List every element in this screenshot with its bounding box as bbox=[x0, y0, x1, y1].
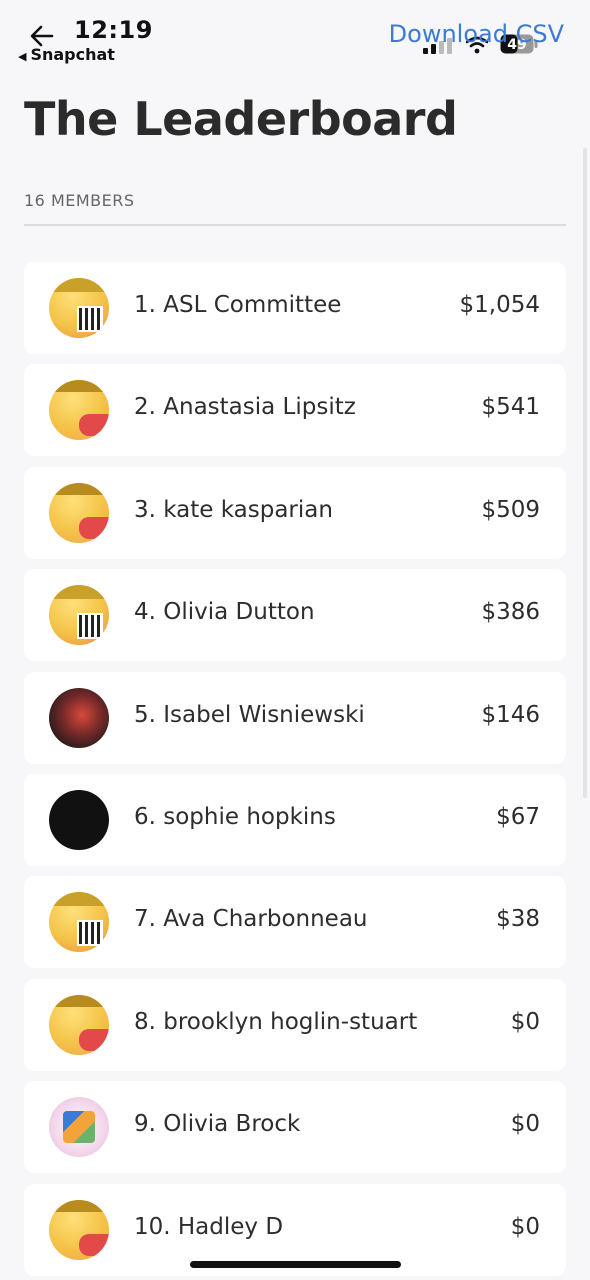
avatar bbox=[49, 1199, 109, 1260]
leaderboard-row[interactable]: 6. sophie hopkins $67 bbox=[24, 773, 566, 866]
leaderboard-row[interactable]: 9. Olivia Brock $0 bbox=[24, 1081, 566, 1174]
member-amount: $146 bbox=[481, 701, 540, 728]
member-amount: $0 bbox=[510, 1111, 540, 1138]
header-divider bbox=[24, 224, 566, 226]
member-name: 3. kate kasparian bbox=[134, 496, 333, 523]
avatar bbox=[49, 585, 109, 646]
leaderboard-row[interactable]: 7. Ava Charbonneau $38 bbox=[24, 876, 566, 969]
avatar bbox=[49, 482, 109, 543]
back-to-app-link[interactable]: ◀ Snapchat bbox=[18, 45, 115, 64]
avatar bbox=[49, 687, 109, 748]
leaderboard-screen: 12:19 ◀ Snapchat 49 Download CSV The Lead… bbox=[0, 0, 590, 1280]
back-app-label: Snapchat bbox=[30, 45, 115, 64]
page-title: The Leaderboard bbox=[24, 92, 458, 146]
leaderboard-row[interactable]: 2. Anastasia Lipsitz $541 bbox=[24, 364, 566, 457]
member-amount: $386 bbox=[481, 599, 540, 626]
member-name: 2. Anastasia Lipsitz bbox=[134, 394, 356, 421]
member-amount: $0 bbox=[510, 1213, 540, 1240]
member-name: 8. brooklyn hoglin-stuart bbox=[134, 1008, 418, 1035]
leaderboard-row[interactable]: 1. ASL Committee $1,054 bbox=[24, 262, 566, 354]
leaderboard-row[interactable]: 8. brooklyn hoglin-stuart $0 bbox=[24, 978, 566, 1071]
member-amount: $38 bbox=[496, 906, 540, 933]
leaderboard-list: 1. ASL Committee $1,054 2. Anastasia Lip… bbox=[24, 262, 566, 1280]
status-time: 12:19 bbox=[74, 16, 153, 44]
member-name: 7. Ava Charbonneau bbox=[134, 906, 368, 933]
member-amount: $0 bbox=[510, 1008, 540, 1035]
leaderboard-row[interactable]: 4. Olivia Dutton $386 bbox=[24, 569, 566, 662]
member-name: 9. Olivia Brock bbox=[134, 1111, 301, 1138]
member-name: 5. Isabel Wisniewski bbox=[134, 701, 365, 728]
member-name: 10. Hadley D bbox=[134, 1213, 284, 1240]
member-name: 1. ASL Committee bbox=[134, 292, 342, 318]
avatar bbox=[49, 994, 109, 1055]
leaderboard-row[interactable]: 3. kate kasparian $509 bbox=[24, 466, 566, 559]
member-amount: $1,054 bbox=[459, 292, 540, 318]
member-count: 16 MEMBERS bbox=[24, 191, 135, 210]
download-csv-link[interactable]: Download CSV bbox=[389, 20, 564, 48]
member-name: 4. Olivia Dutton bbox=[134, 599, 315, 626]
avatar bbox=[49, 892, 109, 953]
member-amount: $67 bbox=[496, 803, 540, 830]
member-amount: $541 bbox=[481, 394, 540, 421]
back-triangle-icon: ◀ bbox=[18, 50, 27, 63]
home-indicator[interactable] bbox=[190, 1261, 401, 1268]
scrollbar[interactable] bbox=[583, 148, 587, 798]
avatar bbox=[49, 1097, 109, 1158]
member-amount: $509 bbox=[481, 496, 540, 523]
member-name: 6. sophie hopkins bbox=[134, 803, 336, 830]
avatar bbox=[49, 278, 109, 338]
leaderboard-row[interactable]: 5. Isabel Wisniewski $146 bbox=[24, 671, 566, 764]
avatar bbox=[49, 789, 109, 850]
avatar bbox=[49, 380, 109, 441]
